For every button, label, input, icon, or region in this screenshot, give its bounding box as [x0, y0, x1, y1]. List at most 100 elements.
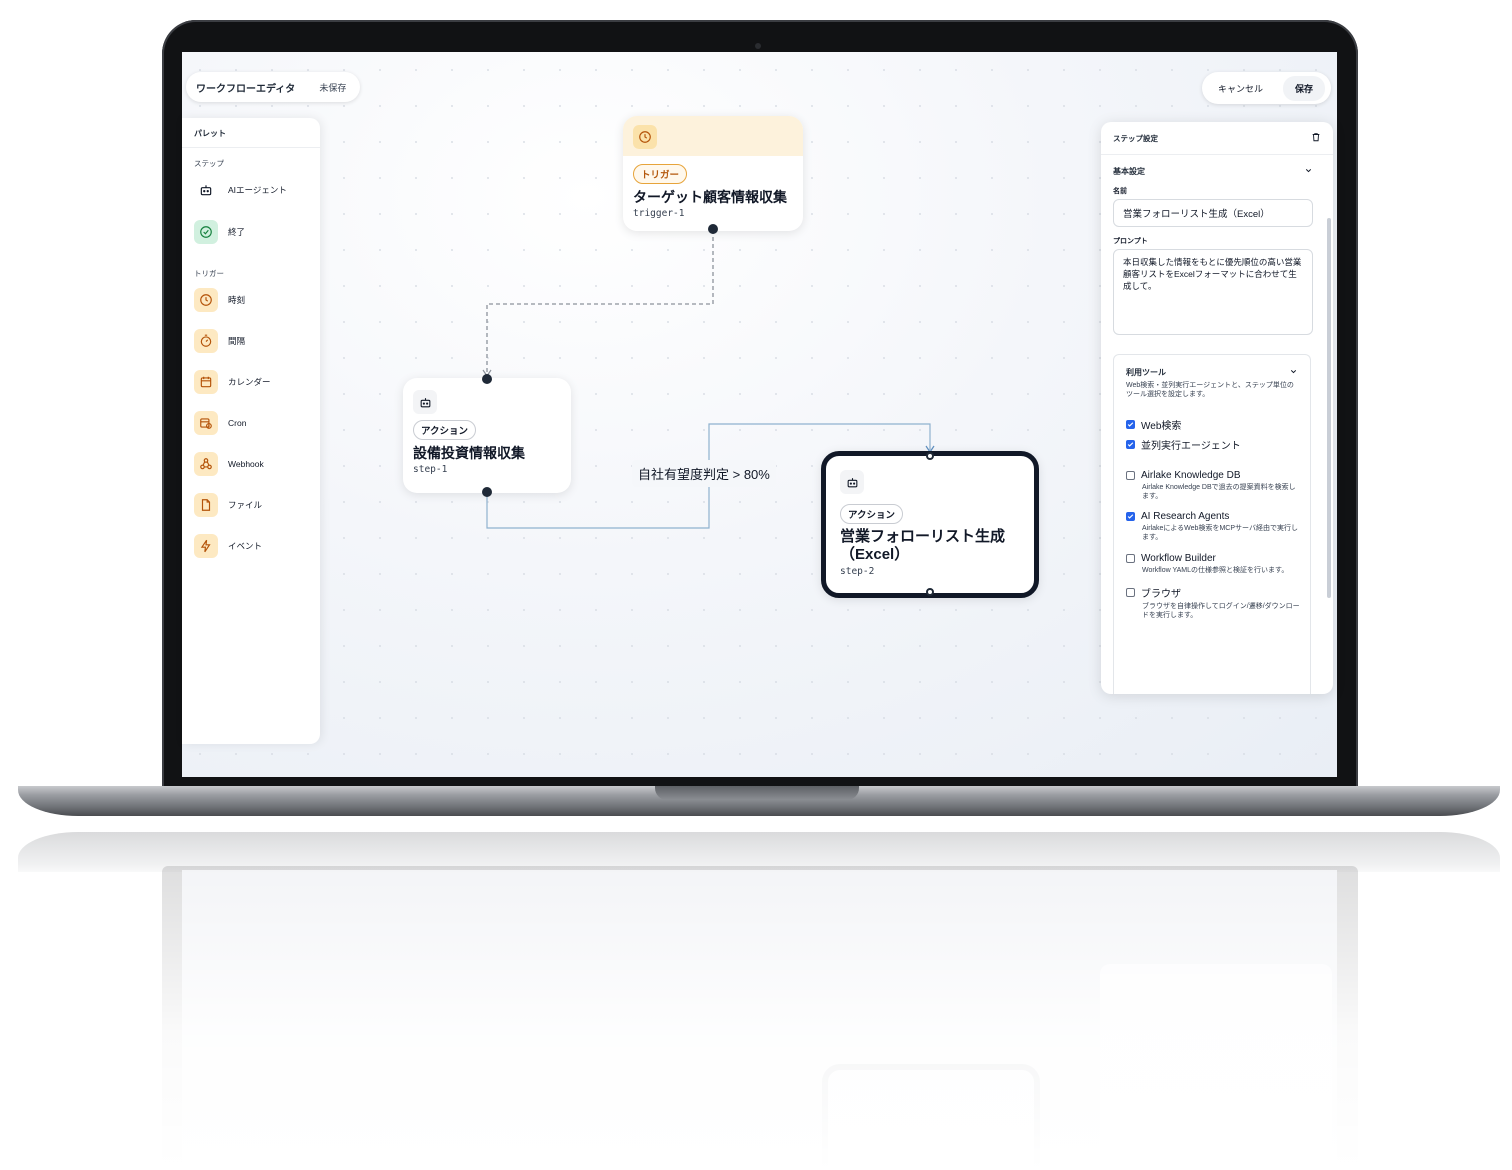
- editor-title: ワークフローエディタ: [196, 83, 296, 95]
- tool-airlake-knowledge-db[interactable]: Airlake Knowledge DB Airlake Knowledge D…: [1126, 470, 1302, 501]
- node-trigger-header: [623, 116, 803, 156]
- checkbox[interactable]: [1126, 440, 1135, 449]
- node-step-2-output-port[interactable]: [926, 588, 934, 596]
- node-trigger-output-port[interactable]: [708, 224, 718, 234]
- palette-panel: パレット ステップ AIエージェント 終了 トリガー 時刻 間隔 カレンダー C…: [182, 118, 320, 744]
- palette-item-interval[interactable]: 間隔: [194, 329, 245, 353]
- tool-description: ブラウザを自律操作してログイン/遷移/ダウンロードを実行します。: [1142, 603, 1300, 619]
- tool-parallel-agent[interactable]: 並列実行エージェント: [1126, 437, 1302, 452]
- palette-item-webhook[interactable]: Webhook: [194, 452, 264, 476]
- palette-item-label: ファイル: [228, 500, 263, 510]
- palette-item-label: 終了: [228, 227, 246, 237]
- prompt-field-label: プロンプト: [1113, 238, 1148, 245]
- node-type-badge: アクション: [413, 420, 477, 440]
- palette-item-label: Cron: [228, 418, 247, 428]
- editor-title-bar: ワークフローエディタ 未保存: [186, 72, 361, 102]
- palette-item-label: AIエージェント: [228, 185, 287, 195]
- palette-title: パレット: [182, 118, 320, 148]
- tool-label: Workflow Builder: [1141, 553, 1216, 564]
- node-id: trigger-1: [633, 208, 685, 219]
- node-title: 設備投資情報収集: [413, 445, 525, 461]
- file-icon: [194, 493, 218, 517]
- checkbox[interactable]: [1126, 420, 1135, 429]
- clock-icon: [633, 125, 657, 149]
- tool-web-search[interactable]: Web検索: [1126, 417, 1302, 432]
- node-id: step-2: [840, 566, 875, 577]
- laptop-notch: [655, 786, 859, 800]
- trash-icon[interactable]: [1311, 132, 1321, 144]
- palette-item-time[interactable]: 時刻: [194, 288, 245, 312]
- node-step-1-input-port[interactable]: [482, 374, 492, 384]
- calendar-clock-icon: [194, 411, 218, 435]
- basic-settings-header[interactable]: 基本設定: [1113, 166, 1313, 177]
- node-trigger-1[interactable]: トリガー ターゲット顧客情報収集 trigger-1: [623, 116, 803, 231]
- palette-item-event[interactable]: イベント: [194, 534, 262, 558]
- camera: [755, 43, 761, 49]
- palette-item-cron[interactable]: Cron: [194, 411, 246, 435]
- tool-description: Workflow YAMLの仕様参照と検証を行います。: [1142, 567, 1289, 574]
- palette-steps-label: ステップ: [194, 159, 224, 168]
- clock-icon: [194, 288, 218, 312]
- checkbox[interactable]: [1126, 554, 1135, 563]
- cancel-button[interactable]: キャンセル: [1208, 76, 1273, 101]
- workflow-editor: ワークフローエディタ 未保存 キャンセル 保存 パレット ステップ AIエージェ…: [182, 52, 1337, 777]
- prompt-field[interactable]: 本日収集した情報をもとに優先順位の高い営業顧客リストをExcelフォーマットに合…: [1113, 249, 1313, 335]
- palette-item-label: 時刻: [228, 295, 246, 305]
- reflection-fade: [18, 832, 1500, 1170]
- robot-icon: [194, 178, 218, 202]
- tool-label: ブラウザ: [1141, 589, 1181, 600]
- tool-label: Airlake Knowledge DB: [1141, 470, 1241, 481]
- node-step-1[interactable]: アクション 設備投資情報収集 step-1: [403, 378, 571, 493]
- edge-trigger-step1[interactable]: [486, 230, 714, 372]
- checkbox[interactable]: [1126, 512, 1135, 521]
- palette-item-ai-agent[interactable]: AIエージェント: [194, 178, 287, 202]
- settings-header: ステップ設定: [1101, 122, 1333, 155]
- edge-condition-label[interactable]: 自社有望度判定 > 80%: [632, 460, 776, 487]
- node-id: step-1: [413, 464, 448, 475]
- step-settings-panel: ステップ設定 基本設定 名前 営業フォローリスト生成（Excel） プロンプト …: [1101, 122, 1333, 694]
- tool-label: AI Research Agents: [1141, 511, 1230, 522]
- settings-scrollbar[interactable]: [1327, 218, 1331, 598]
- checkbox[interactable]: [1126, 588, 1135, 597]
- tool-ai-research-agents[interactable]: AI Research Agents AirlakeによるWeb検索をMCPサー…: [1126, 511, 1302, 542]
- basic-settings-label: 基本設定: [1113, 167, 1145, 176]
- save-status: 未保存: [319, 82, 347, 93]
- tools-header[interactable]: 利用ツール: [1126, 367, 1298, 378]
- tools-description: Web検索・並列実行エージェントと、ステップ単位のツール選択を設定します。: [1126, 382, 1294, 398]
- save-button[interactable]: 保存: [1283, 75, 1326, 101]
- check-circle-icon: [194, 220, 218, 244]
- tool-label: Web検索: [1141, 421, 1182, 432]
- webhook-icon: [194, 452, 218, 476]
- chevron-down-icon[interactable]: [1304, 166, 1313, 177]
- node-title: ターゲット顧客情報収集: [633, 189, 787, 205]
- settings-title: ステップ設定: [1113, 133, 1158, 143]
- tool-description: Airlake Knowledge DBで過去の提案資料を検索します。: [1142, 484, 1296, 500]
- palette-item-label: 間隔: [228, 336, 246, 346]
- editor-actions: キャンセル 保存: [1202, 72, 1332, 104]
- tools-group: 利用ツール Web検索・並列実行エージェントと、ステップ単位のツール選択を設定し…: [1113, 354, 1311, 694]
- tool-description: AirlakeによるWeb検索をMCPサーバ経由で実行します。: [1142, 525, 1298, 541]
- timer-icon: [194, 329, 218, 353]
- palette-item-file[interactable]: ファイル: [194, 493, 262, 517]
- node-title-line2: （Excel）: [840, 546, 910, 563]
- tools-label: 利用ツール: [1126, 368, 1166, 377]
- node-title: 営業フォローリスト生成: [840, 528, 1006, 545]
- palette-item-label: カレンダー: [228, 377, 271, 387]
- palette-item-calendar[interactable]: カレンダー: [194, 370, 271, 394]
- tool-browser[interactable]: ブラウザ ブラウザを自律操作してログイン/遷移/ダウンロードを実行します。: [1126, 585, 1302, 620]
- checkbox[interactable]: [1126, 471, 1135, 480]
- palette-triggers-label: トリガー: [194, 269, 224, 278]
- tool-workflow-builder[interactable]: Workflow Builder Workflow YAMLの仕様参照と検証を行…: [1126, 553, 1302, 575]
- node-type-badge: アクション: [840, 504, 904, 524]
- name-field[interactable]: 営業フォローリスト生成（Excel）: [1113, 199, 1313, 227]
- reflection: [18, 832, 1500, 1170]
- node-step-1-output-port[interactable]: [482, 487, 492, 497]
- calendar-icon: [194, 370, 218, 394]
- palette-item-label: イベント: [228, 541, 263, 551]
- node-step-2-input-port[interactable]: [926, 452, 934, 460]
- palette-item-end[interactable]: 終了: [194, 220, 245, 244]
- name-field-label: 名前: [1113, 188, 1127, 195]
- node-type-badge: トリガー: [633, 164, 688, 184]
- chevron-down-icon[interactable]: [1289, 367, 1298, 378]
- node-step-2[interactable]: アクション 営業フォローリスト生成 （Excel） step-2: [821, 451, 1039, 598]
